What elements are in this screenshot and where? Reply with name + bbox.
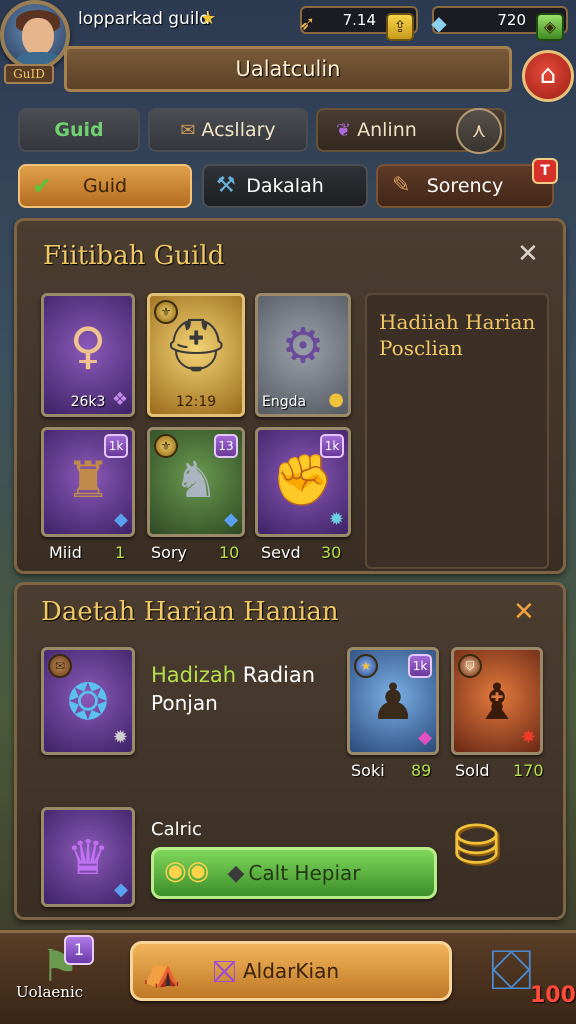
item-card-calric[interactable]: ♛ ◆ — [41, 807, 135, 907]
card-number: 30 — [321, 543, 342, 562]
daily-panel: Daetah Harian Hanian ✕ ✉ ❂ ✹ Hadizah Rad… — [14, 582, 566, 920]
bottom-bar: ⚑ 1 Uolaenic ⛺ ⛝ AldarKian ⛋ 100 — [0, 930, 576, 1024]
avatar-tag: GuID — [4, 64, 54, 84]
top-bar: GuID lopparkad guild ★ ➶ 7.14 ⇪ ◆ 720 ◈ — [0, 0, 576, 84]
checkmark-icon: ✔ — [32, 172, 53, 200]
reward-text-line2: Posclian — [379, 336, 463, 360]
rank-button[interactable]: ⋏ — [456, 108, 502, 154]
claim-button-label: Calt Hepiar — [248, 861, 361, 885]
card-name: Miid — [49, 543, 82, 562]
hero-card-sold[interactable]: ⛉ ♝ ✸ — [451, 647, 543, 755]
gem-icon: ◆ — [418, 727, 432, 748]
card-badge: 1k — [408, 654, 432, 678]
sorency-notification-badge: T — [532, 158, 558, 184]
card-value: 12:19 — [175, 394, 217, 410]
card-number: 10 — [219, 543, 240, 562]
hero-name: Soki — [351, 761, 385, 780]
coin-icon: ● — [328, 389, 344, 410]
guild-card-2[interactable]: ⚜ ⛑ 12:19 — [147, 293, 245, 417]
guild-hall-badge: 1 — [64, 935, 94, 965]
tab-sorency[interactable]: ✎ Sorency — [376, 164, 554, 208]
resource-bar-gold: ➶ 7.14 ⇪ — [299, 6, 418, 41]
hero-number: 89 — [411, 761, 432, 780]
guild-card-1[interactable]: ♀ 26k3 ❖ — [41, 293, 135, 417]
diamond-icon: ◆ — [227, 861, 245, 886]
guild-card-4[interactable]: ♜ 1k ◆ — [41, 427, 135, 537]
page-title: Ualatculin — [64, 46, 512, 92]
tab-acsllary-label: Acsllary — [201, 119, 276, 141]
card-name: Sevd — [261, 543, 301, 562]
card-number: 1 — [115, 543, 126, 562]
card-name: Sory — [151, 543, 187, 562]
hero-number: 170 — [513, 761, 544, 780]
calric-label: Calric — [151, 819, 202, 840]
close-button[interactable]: ⌂ — [522, 50, 574, 102]
daily-headline-white: Radian — [242, 663, 316, 687]
gem-icon: ◆ — [114, 509, 128, 530]
pouch-icon: ✉ — [180, 120, 196, 141]
player-avatar[interactable] — [0, 0, 70, 70]
daily-headline: Hadizah Radian — [151, 663, 315, 687]
tab-guid-label: Guid — [82, 175, 128, 197]
chest-count: 100 — [530, 983, 576, 1008]
wrench-icon: ⚒ — [216, 173, 236, 198]
tab-anlinn-label: Anlinn — [357, 119, 417, 141]
scroll-icon: ✎ — [392, 173, 411, 198]
claim-button[interactable]: ◉◉ ◆ Calt Hepiar — [151, 847, 437, 899]
card-badge: 1k — [320, 434, 344, 458]
feather-icon: ➶ — [298, 11, 316, 35]
guild-card-3[interactable]: ⚙ Engda ● — [255, 293, 351, 417]
resource-bar-gems: ◆ 720 ◈ — [431, 6, 568, 41]
add-gems-button[interactable]: ◈ — [536, 13, 564, 41]
chest-icon: ⛋ — [490, 938, 533, 1003]
tab-acsllary[interactable]: ✉ Acsllary — [148, 108, 308, 152]
chevron-up-icon: ⋏ — [471, 118, 487, 142]
gem-icon: ❖ — [111, 389, 128, 410]
main-action-button[interactable]: ⛺ ⛝ AldarKian — [130, 941, 452, 1001]
coin-stack-icon: ⛁ — [453, 813, 500, 878]
main-action-label: AldarKian — [242, 959, 339, 983]
daily-subline: Ponjan — [151, 691, 218, 715]
gear-icon: ✹ — [328, 509, 344, 530]
avatar-face — [22, 18, 54, 56]
guild-card-5[interactable]: ⚜ ♞ 13 ◆ — [147, 427, 245, 537]
card-badge: 13 — [214, 434, 238, 458]
hero-card-soki[interactable]: ★ ♟ 1k ◆ — [347, 647, 439, 755]
daily-panel-title: Daetah Harian Hanian — [41, 597, 339, 627]
player-name: lopparkad guild — [78, 9, 211, 29]
close-icon[interactable]: ✕ — [513, 597, 535, 627]
backpack-icon: ⛺ — [143, 954, 181, 989]
guild-card-6[interactable]: ✊ 1k ✹ — [255, 427, 351, 537]
potion-icon: ❦ — [336, 120, 352, 141]
crystal-icon: ◆ — [431, 11, 447, 35]
tab-sorency-label: Sorency — [426, 175, 504, 197]
guild-panel-title: Fiitibah Guild — [43, 241, 225, 271]
tab-guild[interactable]: Guid — [18, 108, 140, 152]
add-gold-button[interactable]: ⇪ — [386, 13, 414, 41]
door-icon: ⌂ — [539, 60, 557, 90]
gear-icon: ✹ — [112, 727, 128, 748]
gem-icon: ◆ — [224, 509, 238, 530]
reward-text: Hadiiah Harian Posclian — [379, 309, 549, 361]
flame-icon: ✸ — [520, 727, 536, 748]
tab-guid-active[interactable]: ✔ Guid — [18, 164, 192, 208]
guild-panel: Fiitibah Guild ✕ ♀ 26k3 ❖ ⚜ ⛑ 12:19 ⚙ En… — [14, 218, 566, 574]
resource-gold-value: 7.14 — [342, 11, 376, 29]
coins-icon: ◉◉ — [164, 856, 210, 886]
daily-reward-box: Hadiiah Harian Posclian — [365, 293, 549, 569]
tab-dakalah[interactable]: ⚒ Dakalah — [202, 164, 368, 208]
reward-text-line1: Hadiiah Harian — [379, 310, 536, 334]
resource-gems-value: 720 — [497, 11, 526, 29]
tab-dakalah-label: Dakalah — [246, 175, 324, 197]
guild-hall-label: Uolaenic — [16, 983, 84, 1001]
daily-reward-card[interactable]: ✉ ❂ ✹ — [41, 647, 135, 755]
treasure-chest-button[interactable]: ⛋ — [490, 941, 533, 1001]
daily-headline-green: Hadizah — [151, 663, 237, 687]
star-icon: ★ — [200, 8, 217, 29]
gift-box-icon: ⛝ — [213, 955, 236, 990]
close-icon[interactable]: ✕ — [517, 239, 539, 269]
gem-icon: ◆ — [114, 879, 128, 900]
hero-name: Sold — [455, 761, 490, 780]
card-badge: 1k — [104, 434, 128, 458]
